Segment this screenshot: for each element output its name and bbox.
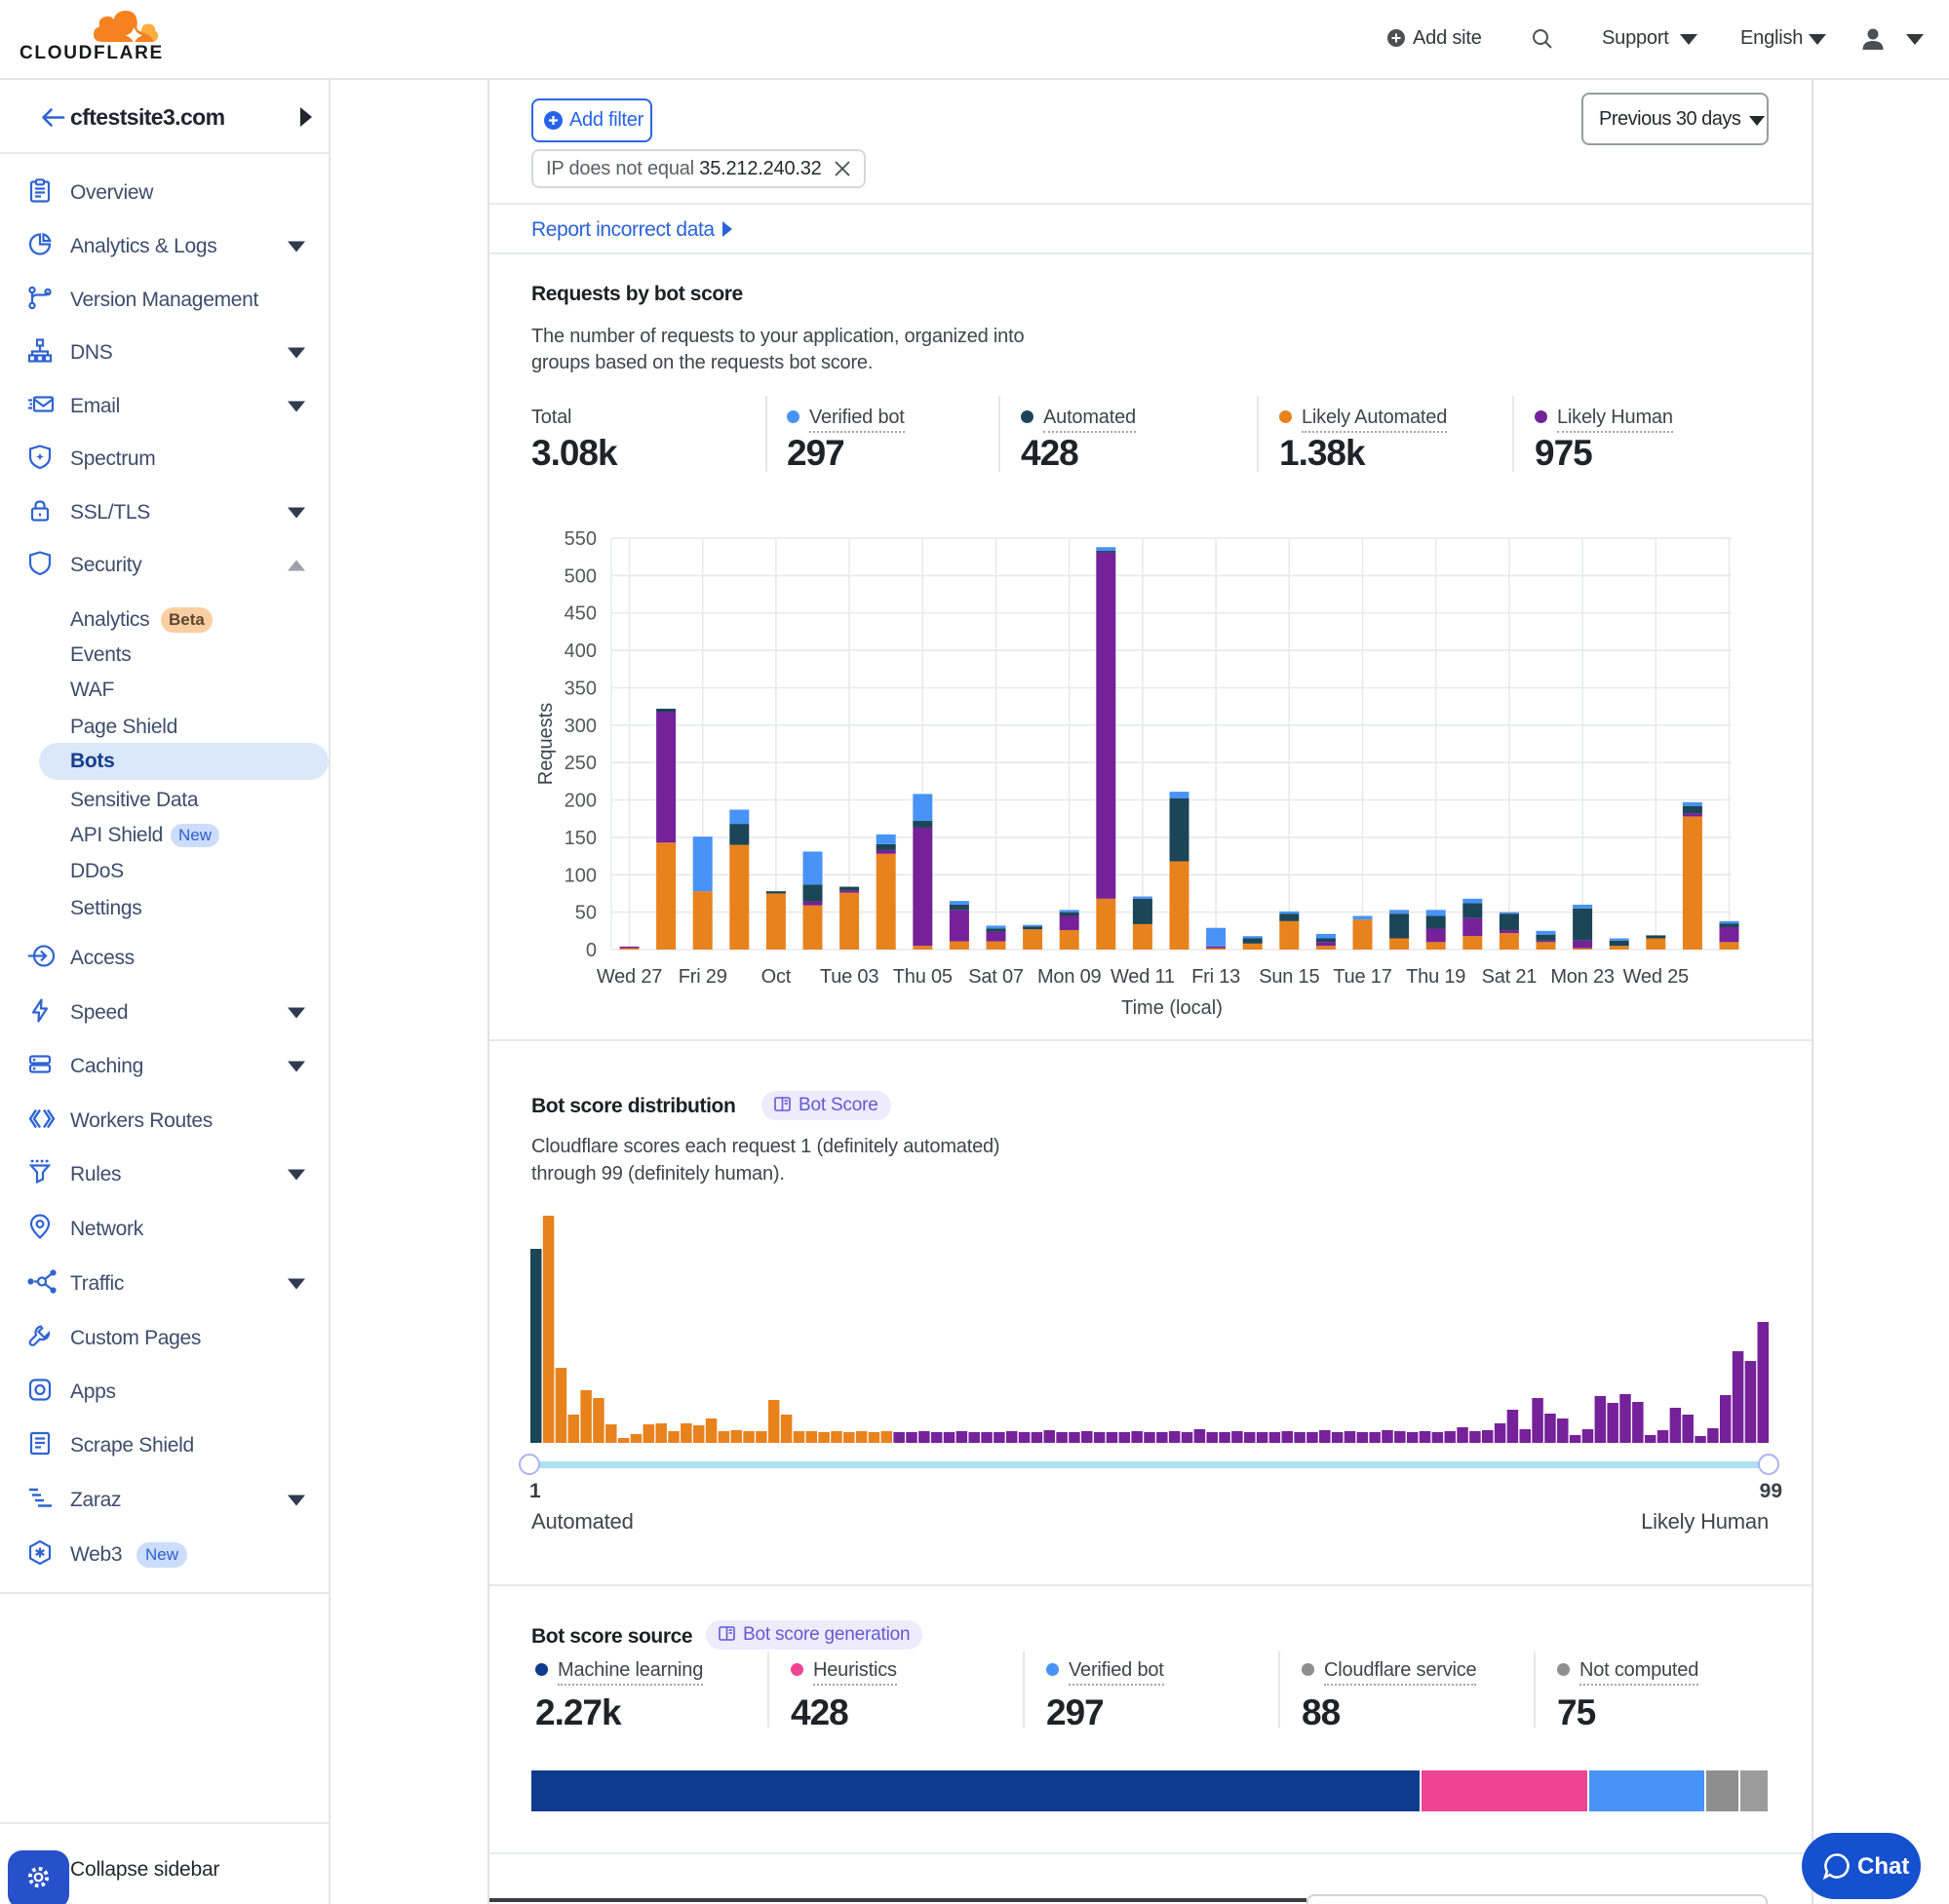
svg-text:Mon 23: Mon 23 [1550, 966, 1615, 988]
svg-text:Oct: Oct [761, 966, 792, 988]
svg-text:Sun 15: Sun 15 [1259, 966, 1319, 988]
svg-text:0: 0 [586, 940, 597, 961]
svg-text:Thu 05: Thu 05 [893, 966, 953, 988]
svg-text:Sat 21: Sat 21 [1482, 966, 1538, 988]
svg-text:550: 550 [565, 528, 597, 550]
svg-text:150: 150 [565, 828, 597, 849]
svg-text:500: 500 [565, 565, 597, 587]
svg-text:Fri 13: Fri 13 [1191, 966, 1240, 988]
svg-text:400: 400 [565, 641, 597, 662]
svg-text:Mon 09: Mon 09 [1037, 966, 1102, 988]
svg-text:100: 100 [565, 865, 597, 886]
svg-text:Wed 25: Wed 25 [1623, 966, 1689, 988]
svg-text:Thu 19: Thu 19 [1406, 966, 1465, 988]
svg-text:Tue 03: Tue 03 [820, 966, 878, 988]
svg-text:Requests: Requests [535, 703, 557, 786]
svg-text:350: 350 [565, 679, 597, 700]
svg-text:200: 200 [565, 791, 597, 812]
svg-text:Fri 29: Fri 29 [679, 966, 727, 988]
svg-text:Sat 07: Sat 07 [968, 966, 1024, 988]
svg-text:Tue 17: Tue 17 [1333, 966, 1391, 988]
svg-text:300: 300 [565, 716, 597, 737]
svg-text:450: 450 [565, 603, 597, 625]
svg-text:Wed 27: Wed 27 [597, 966, 662, 988]
svg-text:Time (local): Time (local) [1121, 997, 1223, 1019]
svg-text:50: 50 [575, 903, 597, 924]
svg-text:250: 250 [565, 753, 597, 774]
svg-text:Wed 11: Wed 11 [1111, 966, 1175, 988]
